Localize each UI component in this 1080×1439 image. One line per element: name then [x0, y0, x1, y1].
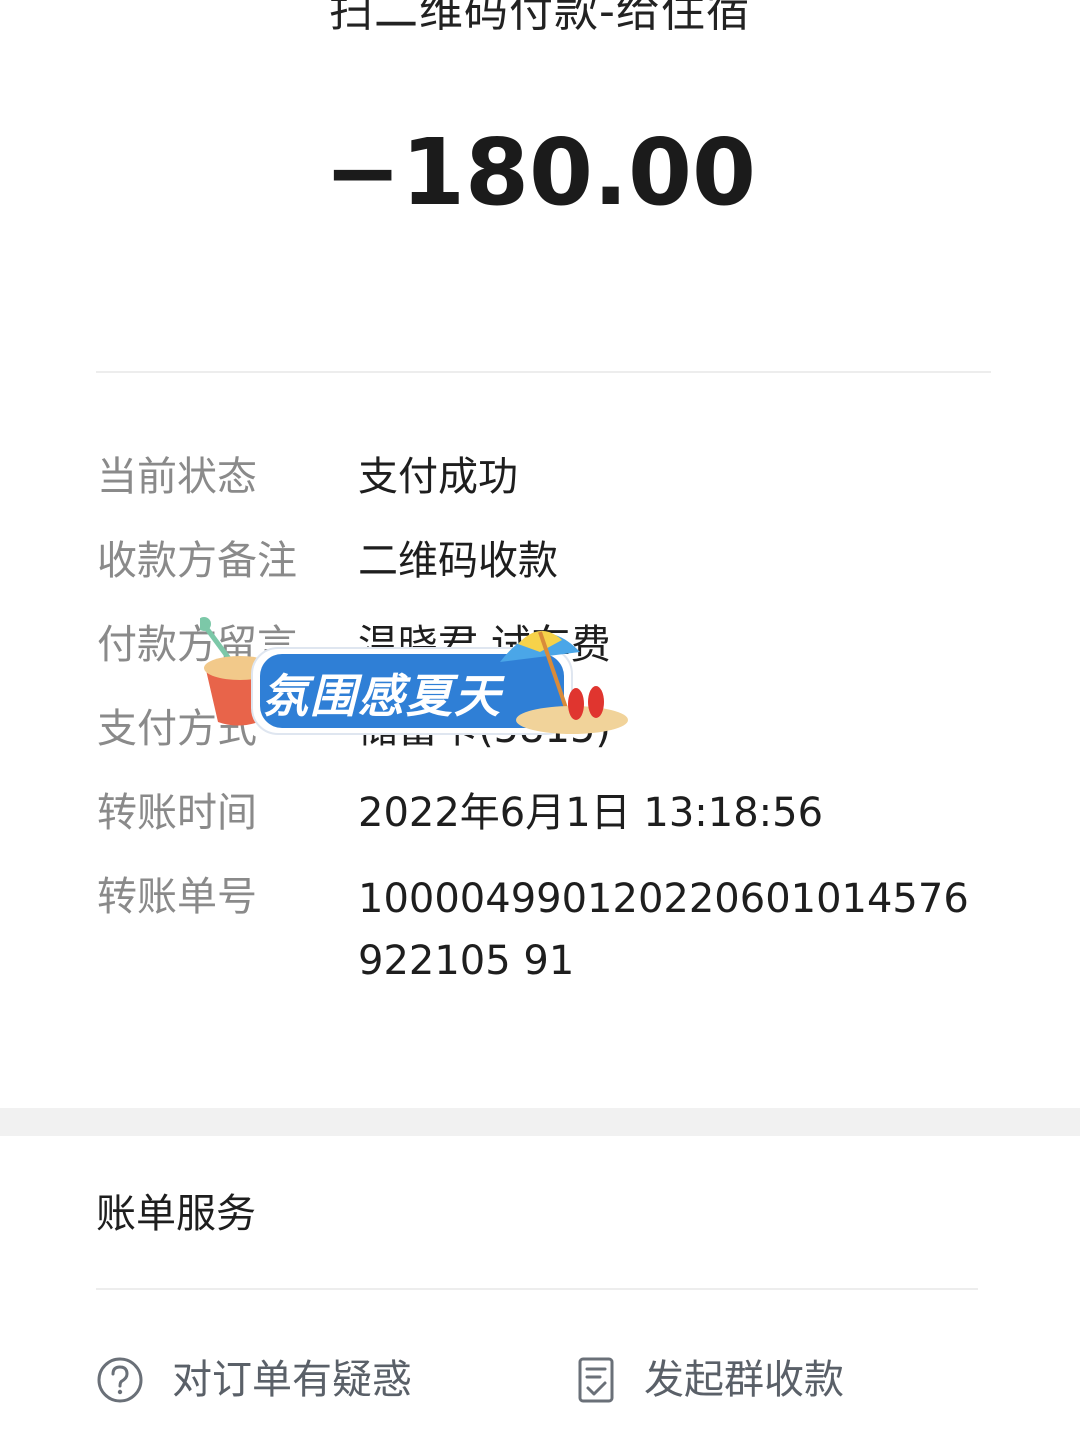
detail-value: 支付成功: [358, 454, 518, 500]
divider: [96, 371, 991, 373]
detail-label: 转账时间: [97, 790, 257, 836]
order-question-button[interactable]: 对订单有疑惑: [96, 1350, 412, 1410]
question-circle-icon: [97, 1357, 143, 1403]
order-question-label: 对订单有疑惑: [172, 1357, 412, 1403]
detail-label: 收款方备注: [97, 538, 297, 584]
detail-label: 转账单号: [97, 874, 257, 920]
summer-sticker-text: 氛围感夏天: [262, 669, 502, 723]
detail-value: 2022年6月1日 13:18:56: [358, 790, 824, 836]
group-collect-button[interactable]: 发起群收款: [576, 1350, 844, 1410]
checklist-doc-icon: [578, 1357, 614, 1403]
amount: −180.00: [323, 119, 757, 226]
bill-services-title: 账单服务: [96, 1191, 256, 1237]
section-band: [0, 1108, 1080, 1136]
divider: [96, 1288, 978, 1290]
page-title: 扫二维码付款-给住宿: [329, 0, 751, 37]
detail-value[interactable]: 100004990120220601014576922105 91: [358, 868, 978, 992]
group-collect-label: 发起群收款: [644, 1357, 844, 1403]
detail-value: 二维码收款: [358, 538, 558, 584]
detail-label: 当前状态: [97, 454, 257, 500]
